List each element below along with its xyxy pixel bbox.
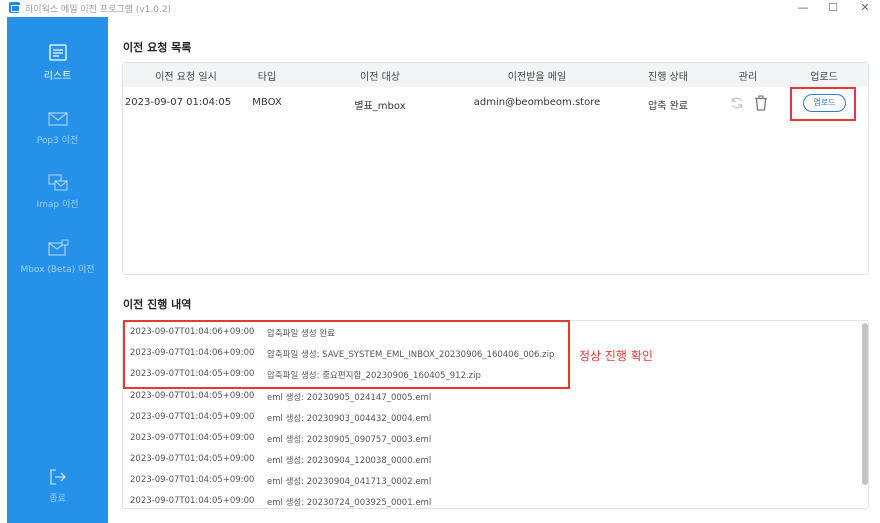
mailbox-icon [47,239,69,256]
column-header: 타입 [257,72,277,83]
window-title: 하이웍스 메일 이전 프로그램 (v1.0.2) [25,5,172,15]
mail-icon [47,112,68,126]
log-row: 2023-09-07T01:04:05+09:00 eml 생성: 202309… [123,427,853,448]
sidebar-item-label: 리스트 [43,71,72,82]
table-header: 이전 요청 일시 타입 이전 대상 이전받을 메일 진행 상태 관리 업로드 [123,63,868,87]
app-icon [9,2,20,13]
mail-transfer-icon [47,174,68,191]
annotation-label: 정상 진행 확인 [579,349,653,363]
exit-label: 종료 [49,494,66,504]
log-highlight-box [123,320,570,389]
log-row: 2023-09-07T01:04:05+09:00 eml 생성: 202309… [123,448,853,469]
exit-button[interactable]: 종료 [7,467,108,504]
request-list-title: 이전 요청 목록 [123,41,192,54]
column-header: 이전 대상 [360,72,400,83]
trash-icon[interactable] [753,95,769,111]
log-timestamp: 2023-09-07T01:04:05+09:00 [130,391,255,401]
progress-log-title: 이전 진행 내역 [123,298,192,311]
column-header: 관리 [738,72,758,83]
sidebar-item-label: Imap 이전 [36,200,79,210]
logout-icon [49,469,66,485]
log-row: 2023-09-07T01:04:05+09:00 eml 생성: 202309… [123,469,853,490]
log-timestamp: 2023-09-07T01:04:05+09:00 [130,433,255,443]
sidebar-item-label: Mbox (Beta) 이전 [20,265,95,275]
column-header: 이전 요청 일시 [155,72,217,83]
log-message: eml 생성: 20230904_041713_0002.eml [267,477,432,487]
list-icon [48,44,67,61]
log-message: eml 생성: 20230905_090757_0003.eml [267,435,432,445]
sidebar-item-imap[interactable]: Imap 이전 [7,173,108,210]
upload-highlight-box [790,87,856,121]
sidebar-item-pop3[interactable]: Pop3 이전 [7,109,108,146]
close-button[interactable]: ✕ [850,0,880,17]
sidebar: 리스트 Pop3 이전 Imap 이전 Mbox (Beta) 이전 종료 [7,17,108,523]
log-message: eml 생성: 20230905_024147_0005.eml [267,393,432,403]
log-message: eml 생성: 20230904_120038_0000.eml [267,456,432,466]
request-date: 2023-09-07 01:04:05 [124,97,232,108]
log-message: eml 생성: 20230903_004432_0004.eml [267,414,432,424]
request-status: 압축 완료 [648,101,688,112]
log-message: eml 생성: 20230724_003925_0001.eml [267,498,432,508]
sidebar-item-mbox[interactable]: Mbox (Beta) 이전 [7,238,108,275]
log-timestamp: 2023-09-07T01:04:05+09:00 [130,454,255,464]
refresh-icon[interactable] [729,95,745,111]
log-timestamp: 2023-09-07T01:04:05+09:00 [130,496,255,506]
minimize-button[interactable]: — [788,0,818,17]
column-header: 이전받을 메일 [507,72,567,83]
column-header: 업로드 [810,72,838,83]
sidebar-item-list[interactable]: 리스트 [7,43,108,82]
request-type: MBOX [252,97,282,108]
request-target: 별표_mbox [354,101,406,112]
scrollbar-thumb[interactable] [862,323,868,485]
log-row: 2023-09-07T01:04:05+09:00 eml 생성: 202307… [123,490,853,508]
title-bar: 하이웍스 메일 이전 프로그램 (v1.0.2) — ☐ ✕ [0,0,880,17]
log-scrollbar[interactable] [861,321,868,508]
log-timestamp: 2023-09-07T01:04:05+09:00 [130,475,255,485]
sidebar-item-label: Pop3 이전 [36,136,79,146]
maximize-button[interactable]: ☐ [818,0,848,17]
request-table: 이전 요청 일시 타입 이전 대상 이전받을 메일 진행 상태 관리 업로드 2… [122,62,869,275]
log-timestamp: 2023-09-07T01:04:05+09:00 [130,412,255,422]
column-header: 진행 상태 [648,72,688,83]
request-email: admin@beombeom.store [473,97,601,108]
log-row: 2023-09-07T01:04:05+09:00 eml 생성: 202309… [123,406,853,427]
